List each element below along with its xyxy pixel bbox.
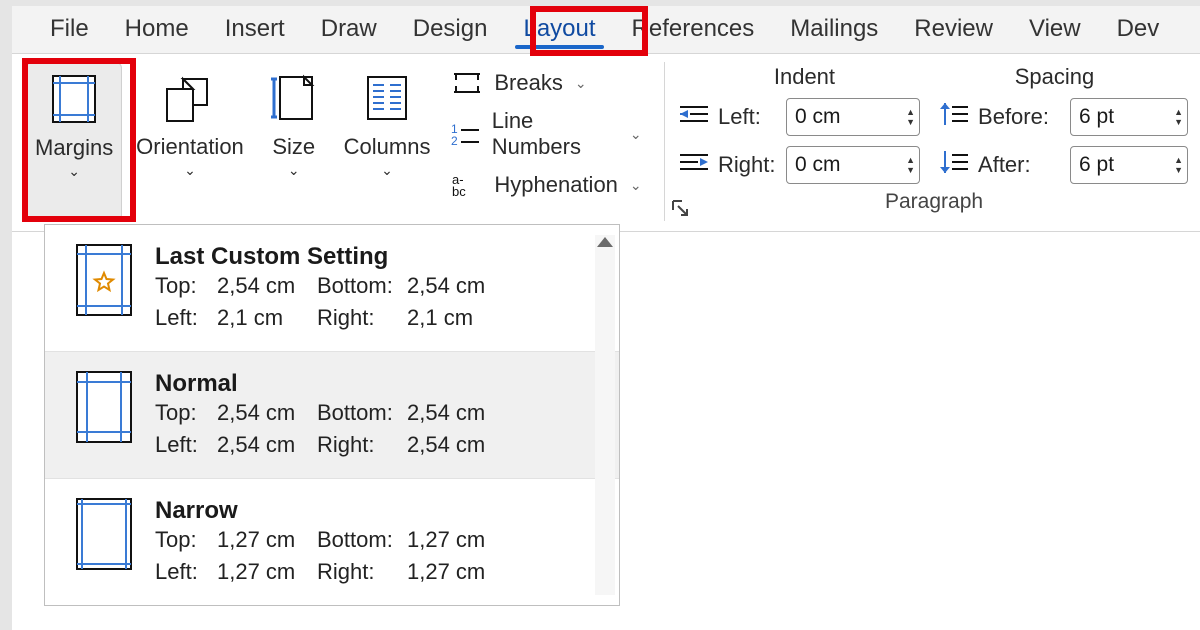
spacing-heading: Spacing xyxy=(1015,64,1095,90)
line-numbers-icon: 12 xyxy=(450,121,481,147)
tab-file[interactable]: File xyxy=(32,6,107,53)
tab-view[interactable]: View xyxy=(1011,6,1099,53)
gallery-scrollbar[interactable] xyxy=(595,235,615,595)
tab-layout[interactable]: Layout xyxy=(505,6,613,53)
indent-right-label: Right: xyxy=(718,152,775,178)
chevron-down-icon: ⌄ xyxy=(184,162,196,179)
breaks-icon xyxy=(450,70,484,96)
spacing-after-icon xyxy=(940,151,968,179)
indent-left-label: Left: xyxy=(718,104,761,130)
svg-text:2: 2 xyxy=(451,134,458,147)
spinner-arrows-icon[interactable]: ▲▼ xyxy=(1174,155,1183,175)
margin-preset-custom[interactable]: Last Custom Setting Top: 2,54 cm Bottom:… xyxy=(45,225,619,351)
margin-preset-thumb-icon xyxy=(75,497,133,585)
spacing-before-label: Before: xyxy=(978,104,1049,130)
spinner-arrows-icon[interactable]: ▲▼ xyxy=(906,107,915,127)
line-numbers-label: Line Numbers xyxy=(492,108,618,160)
size-label: Size xyxy=(272,134,315,160)
indent-heading: Indent xyxy=(774,64,835,90)
spacing-after-label: After: xyxy=(978,152,1031,178)
columns-icon xyxy=(362,72,412,124)
margin-preset-name: Narrow xyxy=(155,497,497,525)
hyphenation-button[interactable]: a-bc Hyphenation ⌄ xyxy=(444,168,647,202)
chevron-down-icon: ⌄ xyxy=(288,162,300,179)
chevron-down-icon: ⌄ xyxy=(630,177,642,194)
orientation-icon xyxy=(161,72,219,124)
size-icon xyxy=(266,72,322,124)
indent-right-icon xyxy=(680,151,708,179)
layout-ribbon: Margins ⌄ Orientation ⌄ xyxy=(12,54,1200,232)
tab-insert[interactable]: Insert xyxy=(207,6,303,53)
tab-references[interactable]: References xyxy=(614,6,773,53)
margin-preset-name: Normal xyxy=(155,370,497,398)
hyphenation-icon: a-bc xyxy=(450,172,484,198)
margin-preset-normal[interactable]: Normal Top: 2,54 cm Bottom:2,54 cm Left:… xyxy=(45,351,619,478)
size-button[interactable]: Size ⌄ xyxy=(258,62,330,221)
indent-right-input[interactable]: 0 cm▲▼ xyxy=(786,146,920,184)
margins-button[interactable]: Margins ⌄ xyxy=(26,62,122,221)
svg-text:bc: bc xyxy=(452,184,466,198)
page-setup-dialog-launcher-icon[interactable] xyxy=(670,198,690,223)
scroll-up-icon[interactable] xyxy=(597,237,613,247)
columns-button[interactable]: Columns ⌄ xyxy=(336,62,439,221)
paragraph-group-label: Paragraph xyxy=(680,190,1188,214)
ribbon-tabs[interactable]: File Home Insert Draw Design Layout Refe… xyxy=(12,6,1200,54)
chevron-down-icon: ⌄ xyxy=(575,75,587,92)
columns-label: Columns xyxy=(344,134,431,160)
chevron-down-icon: ⌄ xyxy=(68,163,80,180)
indent-left-input[interactable]: 0 cm▲▼ xyxy=(786,98,920,136)
margin-preset-thumb-icon xyxy=(75,370,133,458)
hyphenation-label: Hyphenation xyxy=(494,172,618,198)
tab-developer[interactable]: Dev xyxy=(1099,6,1178,53)
tab-design[interactable]: Design xyxy=(395,6,506,53)
chevron-down-icon: ⌄ xyxy=(630,126,642,143)
spacing-after-input[interactable]: 6 pt▲▼ xyxy=(1070,146,1188,184)
tab-mailings[interactable]: Mailings xyxy=(772,6,896,53)
paragraph-group: Indent Spacing Left: 0 cm▲▼ Before: 6 pt… xyxy=(680,62,1188,221)
breaks-label: Breaks xyxy=(494,70,562,96)
spacing-before-icon xyxy=(940,103,968,131)
spinner-arrows-icon[interactable]: ▲▼ xyxy=(906,155,915,175)
margins-label: Margins xyxy=(35,135,113,161)
margin-preset-thumb-icon xyxy=(75,243,133,331)
tab-review[interactable]: Review xyxy=(896,6,1011,53)
orientation-button[interactable]: Orientation ⌄ xyxy=(128,62,252,221)
margins-dropdown[interactable]: Last Custom Setting Top: 2,54 cm Bottom:… xyxy=(44,224,620,606)
margin-preset-narrow[interactable]: Narrow Top: 1,27 cm Bottom:1,27 cm Left:… xyxy=(45,478,619,605)
indent-left-icon xyxy=(680,103,708,131)
tab-home[interactable]: Home xyxy=(107,6,207,53)
margin-preset-name: Last Custom Setting xyxy=(155,243,497,271)
tab-draw[interactable]: Draw xyxy=(303,6,395,53)
spinner-arrows-icon[interactable]: ▲▼ xyxy=(1174,107,1183,127)
chevron-down-icon: ⌄ xyxy=(381,162,393,179)
breaks-button[interactable]: Breaks ⌄ xyxy=(444,66,647,100)
spacing-before-input[interactable]: 6 pt▲▼ xyxy=(1070,98,1188,136)
margins-icon xyxy=(47,73,101,125)
orientation-label: Orientation xyxy=(136,134,244,160)
line-numbers-button[interactable]: 12 Line Numbers ⌄ xyxy=(444,104,647,164)
